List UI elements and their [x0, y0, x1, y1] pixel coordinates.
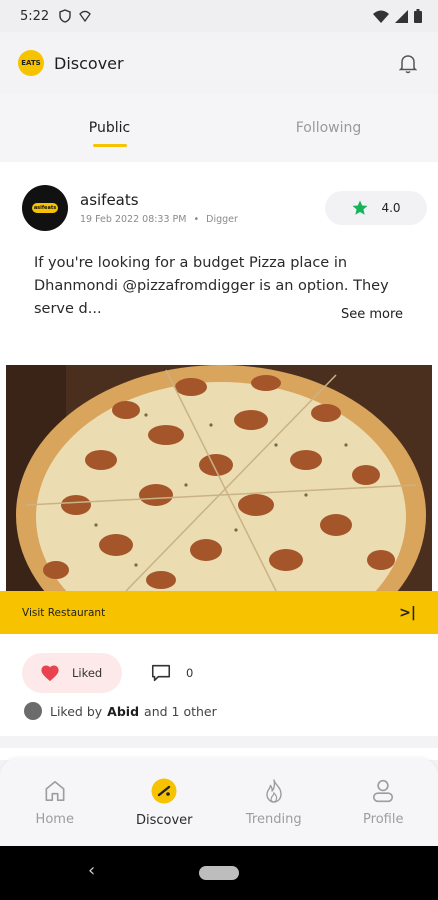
nav-item-home[interactable]: Home — [0, 758, 110, 846]
avatar-logo: asifeats — [32, 203, 58, 213]
tab-following[interactable]: Following — [219, 94, 438, 162]
logo-text: EATS — [21, 59, 41, 67]
liked-by-row[interactable]: Liked by Abid and 1 other — [24, 702, 217, 720]
avatar-text: asifeats — [33, 205, 57, 211]
wifi-arrow-icon — [79, 10, 92, 22]
post-meta: asifeats 19 Feb 2022 08:33 PM • Digger — [80, 191, 238, 225]
status-system-icons — [373, 9, 422, 23]
post-date: 19 Feb 2022 08:33 PM — [80, 214, 187, 225]
comment-icon — [151, 664, 171, 682]
comment-count: 0 — [186, 666, 194, 680]
feed-tabs: Public Following — [0, 94, 438, 162]
tab-following-label: Following — [295, 120, 362, 136]
nav-trending-label: Trending — [245, 811, 302, 827]
signal-icon — [395, 9, 408, 23]
star-icon — [352, 200, 368, 215]
author-avatar[interactable]: asifeats — [22, 185, 68, 231]
see-more-link[interactable]: See more — [341, 307, 403, 322]
nav-profile-label: Profile — [363, 811, 404, 827]
system-navigation-bar: ‹ — [0, 846, 438, 900]
profile-icon — [373, 779, 394, 802]
post-actions: Liked 0 — [22, 653, 193, 693]
status-notification-icons — [59, 9, 92, 23]
author-name[interactable]: asifeats — [80, 191, 238, 209]
home-icon — [45, 780, 65, 801]
rating-value: 4.0 — [381, 201, 401, 215]
post-header: asifeats asifeats 19 Feb 2022 08:33 PM •… — [22, 184, 427, 232]
skip-forward-icon: >| — [399, 604, 416, 621]
nav-home-label: Home — [35, 811, 74, 827]
comment-button[interactable]: 0 — [150, 662, 193, 684]
like-button[interactable]: Liked — [22, 653, 122, 693]
heart-icon — [41, 665, 59, 682]
nav-item-profile[interactable]: Profile — [329, 758, 438, 846]
bottom-navigation: Home Discover Trending Profile — [0, 758, 438, 846]
battery-icon — [414, 9, 422, 23]
restaurant-name[interactable]: Digger — [206, 214, 238, 225]
liked-by-prefix: Liked by — [50, 703, 103, 719]
nav-item-discover[interactable]: Discover — [110, 758, 220, 846]
post-text: If you're looking for a budget Pizza pla… — [34, 255, 389, 317]
notification-bell-icon[interactable] — [396, 51, 420, 75]
liked-by-name: Abid — [107, 703, 140, 719]
post-card: asifeats asifeats 19 Feb 2022 08:33 PM •… — [0, 162, 438, 736]
post-image-pizza[interactable] — [6, 365, 432, 591]
visit-restaurant-button[interactable]: Visit Restaurant >| — [0, 591, 438, 634]
like-label: Liked — [72, 666, 103, 680]
tab-public-label: Public — [88, 120, 131, 136]
rating-badge: 4.0 — [325, 191, 427, 225]
system-back-icon[interactable]: ‹ — [88, 860, 95, 881]
nav-discover-label: Discover — [135, 812, 193, 828]
trending-flame-icon — [266, 778, 282, 803]
eats-logo: EATS — [18, 50, 44, 76]
liker-avatar — [24, 702, 42, 720]
pizza-photo — [6, 365, 432, 591]
status-time: 5:22 — [20, 8, 50, 24]
nav-item-trending[interactable]: Trending — [219, 758, 329, 846]
shield-s-icon — [59, 9, 71, 23]
tab-public[interactable]: Public — [0, 94, 219, 162]
system-home-pill[interactable] — [199, 866, 239, 880]
post-meta-line: 19 Feb 2022 08:33 PM • Digger — [80, 214, 238, 225]
visit-restaurant-label: Visit Restaurant — [22, 606, 106, 619]
liked-by-suffix: and 1 other — [144, 703, 217, 719]
app-header: EATS Discover — [0, 32, 438, 94]
meta-separator: • — [193, 214, 200, 225]
discover-icon — [151, 778, 177, 803]
status-bar: 5:22 — [0, 0, 438, 32]
wifi-icon — [373, 10, 389, 23]
page-title: Discover — [54, 53, 124, 73]
tab-active-indicator — [92, 144, 127, 147]
